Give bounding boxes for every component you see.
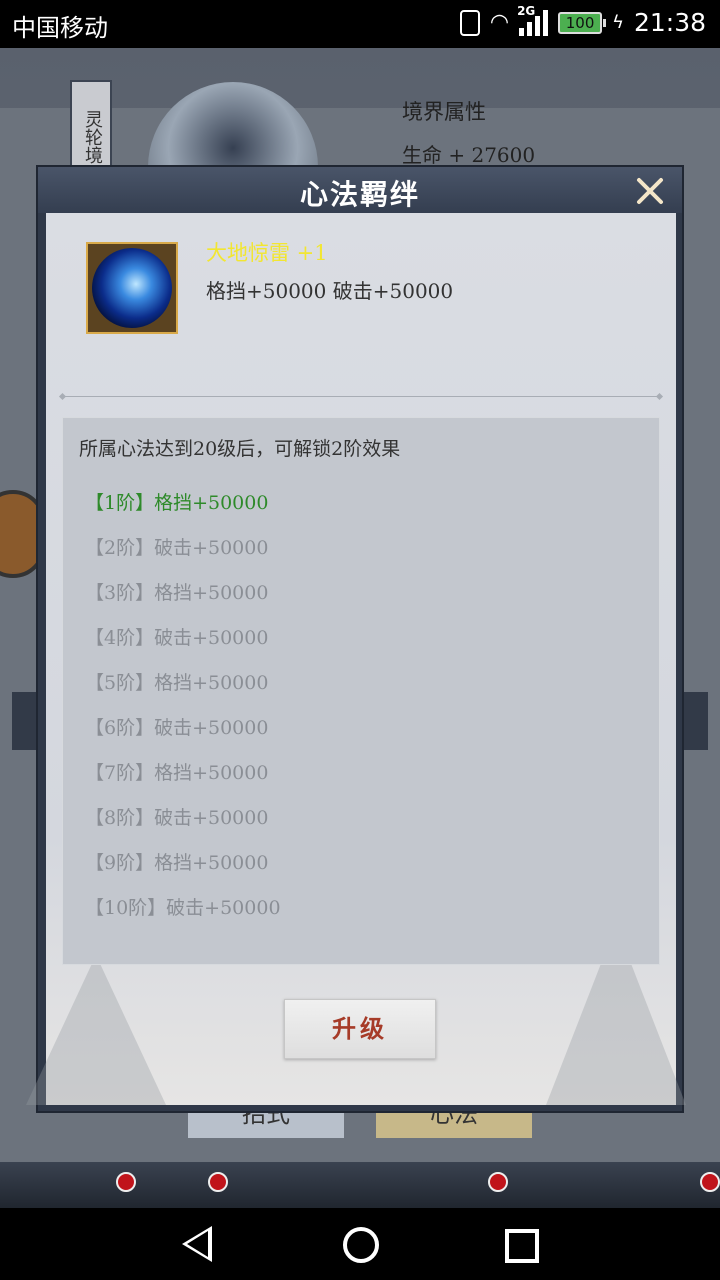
signal-icon: 2G	[517, 4, 549, 36]
wifi-icon: ◠	[489, 10, 510, 35]
notification-dot	[700, 1172, 720, 1192]
battery-icon: 100	[558, 11, 607, 34]
carrier-label: 中国移动	[12, 14, 108, 42]
charging-icon: ϟ	[612, 12, 624, 33]
tier-item: 【10阶】破击+50000	[85, 897, 281, 919]
life-stat: 生命 + 27600	[402, 143, 536, 167]
clock: 21:38	[633, 8, 706, 37]
upgrade-button[interactable]: 升级	[284, 999, 436, 1059]
dialog-body: 大地惊雷 +1 格挡+50000 破击+50000 所属心法达到20级后，可解锁…	[26, 213, 686, 1105]
tier-item: 【6阶】破击+50000	[85, 717, 269, 739]
skill-name: 大地惊雷 +1	[206, 241, 328, 265]
back-icon[interactable]	[182, 1226, 212, 1262]
skill-icon	[86, 242, 178, 334]
network-type: 2G	[517, 3, 536, 18]
tier-item: 【9阶】格挡+50000	[85, 852, 269, 874]
dialog-header: 心法羁绊	[38, 167, 682, 213]
status-icons: ◠ 2G 100 ϟ 21:38	[459, 4, 706, 37]
mountain-decoration	[26, 955, 166, 1105]
skill-stats: 格挡+50000 破击+50000	[206, 279, 454, 303]
tier-item: 【5阶】格挡+50000	[85, 672, 269, 694]
notification-dot	[116, 1172, 136, 1192]
lightning-orb-icon	[92, 248, 172, 328]
vibrate-icon	[459, 9, 480, 36]
status-bar: 中国移动 ◠ 2G 100 ϟ 21:38	[0, 0, 720, 48]
notification-dot	[488, 1172, 508, 1192]
tier-item: 【2阶】破击+50000	[85, 537, 269, 559]
bond-dialog: 心法羁绊 大地惊雷 +1 格挡+50000 破击+50000 所属心法达到20级…	[26, 165, 686, 1113]
tier-item: 【1阶】格挡+50000	[85, 492, 269, 514]
close-icon	[637, 178, 663, 204]
tier-item: 【8阶】破击+50000	[85, 807, 269, 829]
recent-apps-icon[interactable]	[505, 1229, 539, 1263]
divider	[62, 396, 660, 397]
bottom-menu-bar	[0, 1162, 720, 1208]
tier-list-box: 所属心法达到20级后，可解锁2阶效果 【1阶】格挡+50000 【2阶】破击+5…	[62, 417, 660, 965]
unlock-hint: 所属心法达到20级后，可解锁2阶效果	[79, 438, 401, 460]
tier-item: 【7阶】格挡+50000	[85, 762, 269, 784]
realm-attributes-title: 境界属性	[402, 100, 486, 124]
close-button[interactable]	[630, 173, 670, 209]
tier-item: 【4阶】破击+50000	[85, 627, 269, 649]
dialog-title: 心法羁绊	[299, 178, 420, 211]
home-icon[interactable]	[343, 1227, 379, 1263]
tier-item: 【3阶】格挡+50000	[85, 582, 269, 604]
notification-dot	[208, 1172, 228, 1192]
